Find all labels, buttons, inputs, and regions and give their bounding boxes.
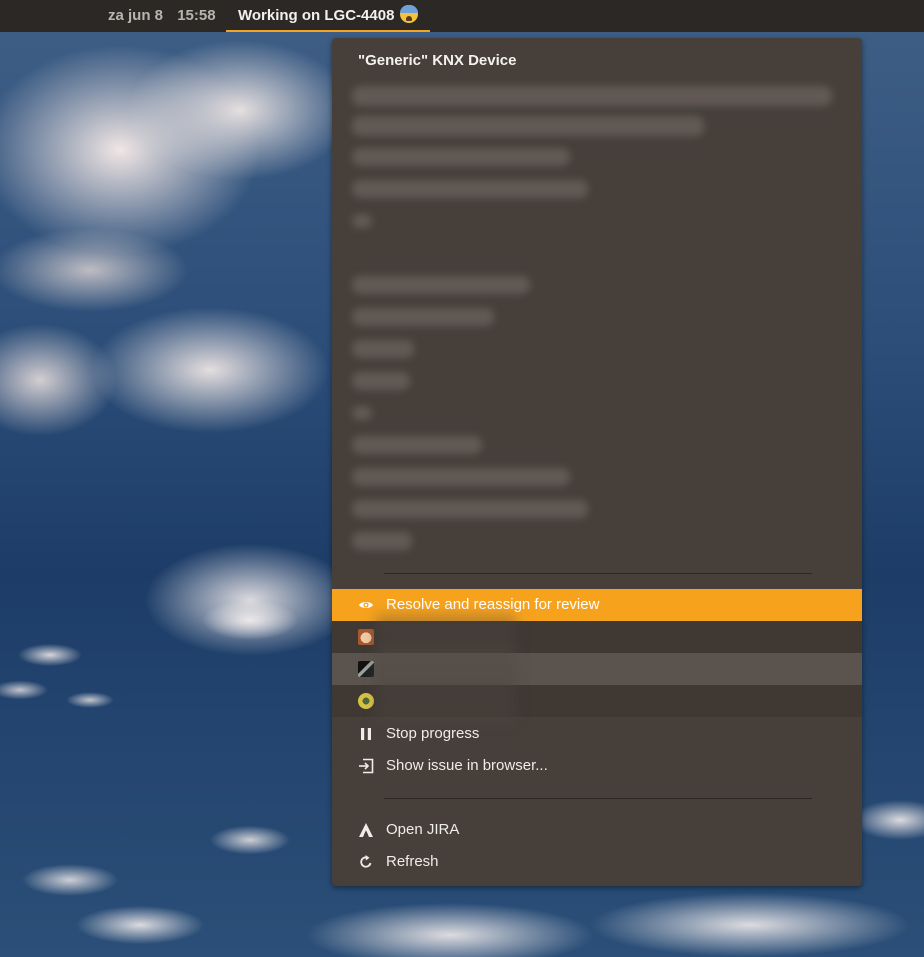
open-jira-item[interactable]: Open JIRA: [332, 814, 862, 846]
indicator-label: Working on LGC-4408: [238, 7, 395, 24]
resolve-reassign-review-label: Resolve and reassign for review: [386, 596, 600, 613]
anxious-face-emoji-icon: [400, 5, 419, 23]
top-bar: za jun 8 15:58 Working on LGC-4408: [0, 0, 924, 32]
menu-separator: [384, 798, 812, 799]
clock[interactable]: za jun 8 15:58: [108, 7, 216, 24]
jira-issue-menu: "Generic" KNX Device Resolve and reassig…: [332, 38, 862, 886]
avatar: [358, 629, 374, 645]
open-jira-label: Open JIRA: [386, 821, 460, 838]
stop-progress-label: Stop progress: [386, 725, 480, 742]
clock-date: za jun 8: [108, 7, 164, 24]
eye-icon: [359, 602, 373, 608]
pause-icon: [361, 728, 371, 740]
refresh-icon: [360, 855, 372, 868]
show-issue-in-browser-label: Show issue in browser...: [386, 757, 548, 774]
refresh-label: Refresh: [386, 853, 439, 870]
show-issue-in-browser-item[interactable]: Show issue in browser...: [332, 750, 862, 782]
menu-separator: [384, 573, 812, 574]
open-external-icon: [359, 758, 374, 774]
clock-time: 15:58: [177, 7, 216, 24]
reviewer-item[interactable]: [332, 679, 862, 723]
stop-progress-item[interactable]: Stop progress: [332, 718, 862, 750]
refresh-item[interactable]: Refresh: [332, 846, 862, 878]
issue-title: "Generic" KNX Device: [358, 52, 517, 69]
jira-status-indicator[interactable]: Working on LGC-4408: [226, 0, 431, 32]
jira-logo-icon: [359, 823, 373, 837]
avatar: [358, 661, 374, 677]
avatar: [358, 693, 374, 709]
